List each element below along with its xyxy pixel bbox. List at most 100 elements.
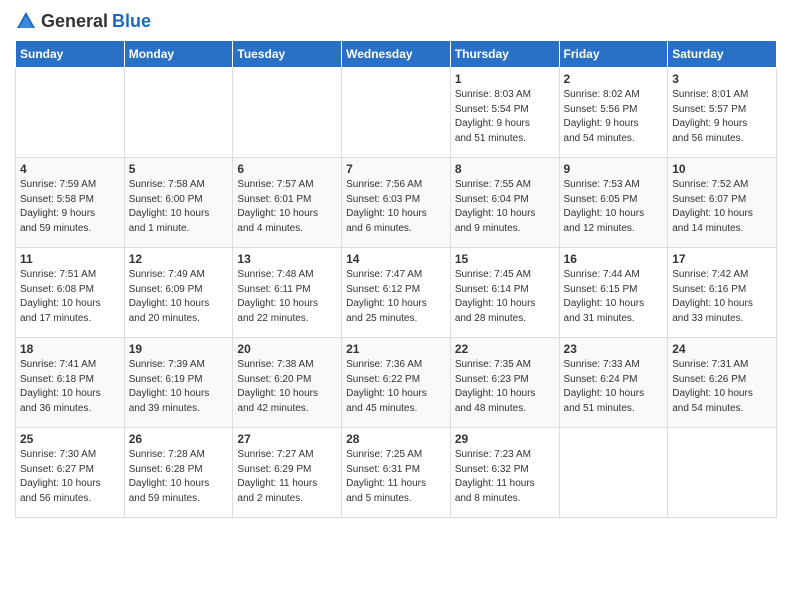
logo-blue: Blue: [112, 11, 151, 32]
day-info: Sunrise: 8:01 AM Sunset: 5:57 PM Dayligh…: [672, 88, 772, 146]
calendar-cell: 24 Sunrise: 7:31 AM Sunset: 6:26 PM Dayli…: [668, 338, 777, 428]
day-number: 11: [20, 252, 120, 266]
logo: GeneralBlue: [15, 10, 151, 32]
day-info: Sunrise: 7:42 AM Sunset: 6:16 PM Dayligh…: [672, 268, 772, 326]
day-number: 24: [672, 342, 772, 356]
calendar-body: 1 Sunrise: 8:03 AM Sunset: 5:54 PM Daylig…: [16, 68, 777, 518]
logo-icon: [15, 10, 37, 32]
calendar-cell: 21Sunrise: 7:36 AM Sunset: 6:22 PM Dayli…: [342, 338, 451, 428]
day-number: 13: [237, 252, 337, 266]
calendar-week-row: 11 Sunrise: 7:51 AM Sunset: 6:08 PM Dayli…: [16, 248, 777, 338]
calendar-cell: 17 Sunrise: 7:42 AM Sunset: 6:16 PM Dayli…: [668, 248, 777, 338]
day-number: 8: [455, 162, 555, 176]
calendar-week-row: 1 Sunrise: 8:03 AM Sunset: 5:54 PM Daylig…: [16, 68, 777, 158]
calendar-cell: 4 Sunrise: 7:59 AM Sunset: 5:58 PM Daylig…: [16, 158, 125, 248]
day-info: Sunrise: 7:47 AM Sunset: 6:12 PM Dayligh…: [346, 268, 446, 326]
day-number: 15: [455, 252, 555, 266]
day-info: Sunrise: 7:58 AM Sunset: 6:00 PM Dayligh…: [129, 178, 229, 236]
day-number: 18: [20, 342, 120, 356]
day-info: Sunrise: 7:39 AM Sunset: 6:19 PM Dayligh…: [129, 358, 229, 416]
day-info: Sunrise: 7:25 AM Sunset: 6:31 PM Dayligh…: [346, 448, 446, 506]
calendar-table: SundayMondayTuesdayWednesdayThursdayFrid…: [15, 40, 777, 518]
day-number: 22: [455, 342, 555, 356]
day-number: 28: [346, 432, 446, 446]
weekday-header: Monday: [124, 41, 233, 68]
calendar-cell: 27 Sunrise: 7:27 AM Sunset: 6:29 PM Dayli…: [233, 428, 342, 518]
calendar-week-row: 4 Sunrise: 7:59 AM Sunset: 5:58 PM Daylig…: [16, 158, 777, 248]
day-number: 29: [455, 432, 555, 446]
day-info: Sunrise: 7:36 AM Sunset: 6:22 PM Dayligh…: [346, 358, 446, 416]
day-info: Sunrise: 7:41 AM Sunset: 6:18 PM Dayligh…: [20, 358, 120, 416]
calendar-cell: [124, 68, 233, 158]
day-number: 26: [129, 432, 229, 446]
calendar-cell: 8Sunrise: 7:55 AM Sunset: 6:04 PM Daylig…: [450, 158, 559, 248]
calendar-cell: 26 Sunrise: 7:28 AM Sunset: 6:28 PM Dayli…: [124, 428, 233, 518]
day-number: 19: [129, 342, 229, 356]
calendar-cell: [668, 428, 777, 518]
page-header: GeneralBlue: [15, 10, 777, 32]
day-number: 14: [346, 252, 446, 266]
day-info: Sunrise: 7:35 AM Sunset: 6:23 PM Dayligh…: [455, 358, 555, 416]
weekday-header: Thursday: [450, 41, 559, 68]
day-info: Sunrise: 7:49 AM Sunset: 6:09 PM Dayligh…: [129, 268, 229, 326]
calendar-cell: 12 Sunrise: 7:49 AM Sunset: 6:09 PM Dayli…: [124, 248, 233, 338]
day-info: Sunrise: 7:30 AM Sunset: 6:27 PM Dayligh…: [20, 448, 120, 506]
calendar-cell: 13Sunrise: 7:48 AM Sunset: 6:11 PM Dayli…: [233, 248, 342, 338]
calendar-cell: 15 Sunrise: 7:45 AM Sunset: 6:14 PM Dayli…: [450, 248, 559, 338]
calendar-cell: [16, 68, 125, 158]
calendar-cell: 5 Sunrise: 7:58 AM Sunset: 6:00 PM Daylig…: [124, 158, 233, 248]
calendar-cell: [559, 428, 668, 518]
calendar-week-row: 25 Sunrise: 7:30 AM Sunset: 6:27 PM Dayli…: [16, 428, 777, 518]
calendar-cell: 20 Sunrise: 7:38 AM Sunset: 6:20 PM Dayli…: [233, 338, 342, 428]
calendar-cell: 6 Sunrise: 7:57 AM Sunset: 6:01 PM Daylig…: [233, 158, 342, 248]
day-info: Sunrise: 7:31 AM Sunset: 6:26 PM Dayligh…: [672, 358, 772, 416]
day-info: Sunrise: 7:23 AM Sunset: 6:32 PM Dayligh…: [455, 448, 555, 506]
day-info: Sunrise: 7:33 AM Sunset: 6:24 PM Dayligh…: [564, 358, 664, 416]
weekday-header: Tuesday: [233, 41, 342, 68]
day-number: 23: [564, 342, 664, 356]
day-number: 5: [129, 162, 229, 176]
weekday-header: Wednesday: [342, 41, 451, 68]
weekday-header: Sunday: [16, 41, 125, 68]
day-number: 6: [237, 162, 337, 176]
calendar-cell: 22 Sunrise: 7:35 AM Sunset: 6:23 PM Dayli…: [450, 338, 559, 428]
calendar-cell: 29 Sunrise: 7:23 AM Sunset: 6:32 PM Dayli…: [450, 428, 559, 518]
calendar-header-row: SundayMondayTuesdayWednesdayThursdayFrid…: [16, 41, 777, 68]
weekday-header: Saturday: [668, 41, 777, 68]
day-info: Sunrise: 7:52 AM Sunset: 6:07 PM Dayligh…: [672, 178, 772, 236]
calendar-cell: [233, 68, 342, 158]
day-number: 17: [672, 252, 772, 266]
calendar-cell: 18 Sunrise: 7:41 AM Sunset: 6:18 PM Dayli…: [16, 338, 125, 428]
day-number: 1: [455, 72, 555, 86]
day-info: Sunrise: 7:53 AM Sunset: 6:05 PM Dayligh…: [564, 178, 664, 236]
calendar-cell: 11 Sunrise: 7:51 AM Sunset: 6:08 PM Dayli…: [16, 248, 125, 338]
calendar-cell: 23 Sunrise: 7:33 AM Sunset: 6:24 PM Dayli…: [559, 338, 668, 428]
day-info: Sunrise: 8:03 AM Sunset: 5:54 PM Dayligh…: [455, 88, 555, 146]
weekday-header: Friday: [559, 41, 668, 68]
logo-general: General: [41, 11, 108, 32]
day-info: Sunrise: 7:45 AM Sunset: 6:14 PM Dayligh…: [455, 268, 555, 326]
day-number: 7: [346, 162, 446, 176]
calendar-cell: 16Sunrise: 7:44 AM Sunset: 6:15 PM Dayli…: [559, 248, 668, 338]
day-info: Sunrise: 7:57 AM Sunset: 6:01 PM Dayligh…: [237, 178, 337, 236]
day-number: 20: [237, 342, 337, 356]
day-number: 27: [237, 432, 337, 446]
day-info: Sunrise: 7:51 AM Sunset: 6:08 PM Dayligh…: [20, 268, 120, 326]
day-number: 25: [20, 432, 120, 446]
day-number: 4: [20, 162, 120, 176]
calendar-cell: [342, 68, 451, 158]
day-info: Sunrise: 7:38 AM Sunset: 6:20 PM Dayligh…: [237, 358, 337, 416]
calendar-cell: 1 Sunrise: 8:03 AM Sunset: 5:54 PM Daylig…: [450, 68, 559, 158]
calendar-cell: 25 Sunrise: 7:30 AM Sunset: 6:27 PM Dayli…: [16, 428, 125, 518]
day-number: 12: [129, 252, 229, 266]
day-info: Sunrise: 7:27 AM Sunset: 6:29 PM Dayligh…: [237, 448, 337, 506]
day-info: Sunrise: 7:28 AM Sunset: 6:28 PM Dayligh…: [129, 448, 229, 506]
calendar-cell: 9Sunrise: 7:53 AM Sunset: 6:05 PM Daylig…: [559, 158, 668, 248]
calendar-cell: 3Sunrise: 8:01 AM Sunset: 5:57 PM Daylig…: [668, 68, 777, 158]
day-number: 16: [564, 252, 664, 266]
calendar-cell: 7Sunrise: 7:56 AM Sunset: 6:03 PM Daylig…: [342, 158, 451, 248]
day-info: Sunrise: 7:59 AM Sunset: 5:58 PM Dayligh…: [20, 178, 120, 236]
day-number: 10: [672, 162, 772, 176]
calendar-cell: 14 Sunrise: 7:47 AM Sunset: 6:12 PM Dayli…: [342, 248, 451, 338]
calendar-week-row: 18 Sunrise: 7:41 AM Sunset: 6:18 PM Dayli…: [16, 338, 777, 428]
